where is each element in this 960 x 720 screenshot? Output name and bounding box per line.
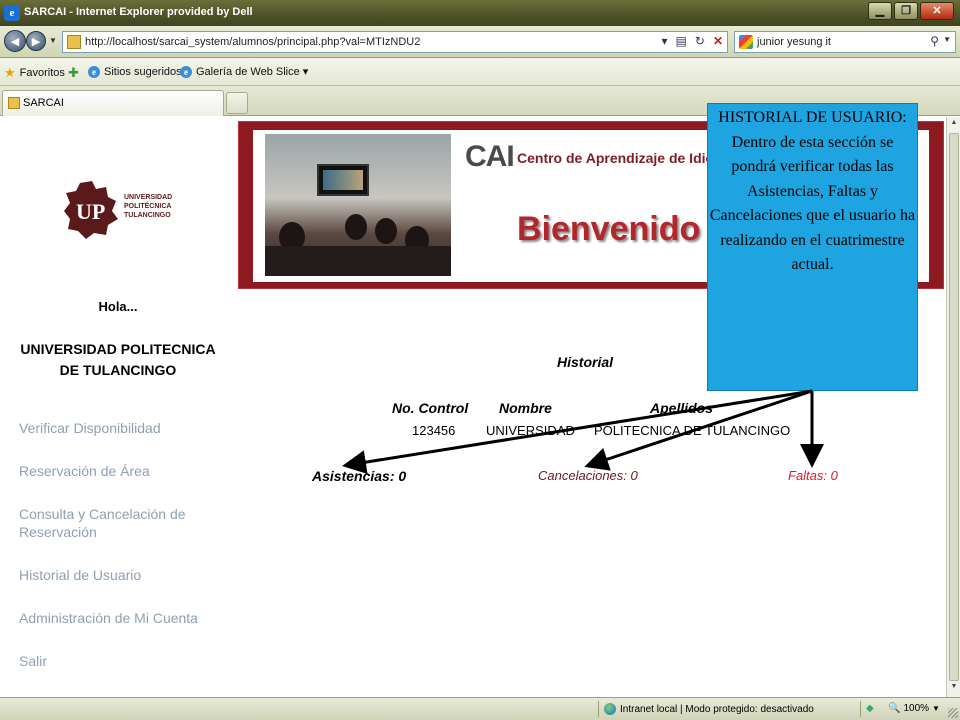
university-logo: UP UNIVERSIDAD POLITÉCNICA TULANCINGO [62, 175, 182, 245]
web-slice-gallery-link[interactable]: e Galería de Web Slice ▾ [180, 65, 308, 78]
zoom-icon: 🔍 [888, 703, 901, 714]
history-title: Historial [557, 354, 614, 370]
zoom-dropdown-icon[interactable]: ▼ [932, 704, 940, 713]
compatibility-view-icon[interactable]: ▤ [676, 34, 687, 48]
tab-favicon-icon [8, 97, 20, 109]
intranet-globe-icon [604, 703, 616, 715]
center-name: Centro de Aprendizaje de Idiom [517, 150, 727, 166]
address-bar[interactable]: http://localhost/sarcai_system/alumnos/p… [62, 31, 728, 53]
address-dropdown-icon[interactable]: ▾ [662, 34, 668, 48]
sidebar: UP UNIVERSIDAD POLITÉCNICA TULANCINGO Ho… [0, 117, 236, 697]
security-zone[interactable]: Intranet local | Modo protegido: desacti… [604, 703, 814, 715]
menu-historial-usuario[interactable]: Historial de Usuario [19, 566, 219, 584]
favorites-bar: ★ Favoritos ✚ e Sitios sugeridos ▾ e Gal… [0, 58, 960, 86]
suggested-sites-link[interactable]: e Sitios sugeridos ▾ [88, 65, 190, 78]
menu-salir[interactable]: Salir [19, 652, 219, 670]
university-logo-text: UNIVERSIDAD POLITÉCNICA TULANCINGO [124, 194, 173, 219]
user-name: UNIVERSIDAD POLITECNICA DE TULANCINGO [20, 341, 216, 378]
welcome-heading: Bienvenido [517, 210, 701, 248]
title-bar: e SARCAI - Internet Explorer provided by… [0, 0, 960, 26]
resize-grip-icon[interactable] [948, 708, 958, 718]
cai-logo: CAI [465, 140, 515, 173]
svg-text:UP: UP [76, 199, 105, 224]
tab-sarcai[interactable]: SARCAI [2, 90, 224, 116]
address-toolbar: ◀ ▶ ▼ http://localhost/sarcai_system/alu… [0, 26, 960, 58]
column-header-apellidos: Apellidos [650, 400, 714, 416]
window-title: SARCAI - Internet Explorer provided by D… [24, 6, 253, 18]
annotation-callout: HISTORIAL DE USUARIO: Dentro de esta sec… [707, 103, 918, 391]
security-zone-label: Intranet local | Modo protegido: desacti… [620, 703, 814, 715]
cancelaciones-count: Cancelaciones: 0 [538, 468, 638, 483]
add-favorite-button[interactable]: ✚ [68, 65, 79, 81]
search-dropdown-icon[interactable]: ▼ [943, 35, 951, 44]
asistencias-count: Asistencias: 0 [312, 468, 407, 484]
ie-site-icon: e [88, 65, 100, 78]
zoom-level: 100% [903, 703, 930, 714]
search-box[interactable]: junior yesung it ⚲ ▼ [734, 31, 956, 53]
faltas-count: Faltas: 0 [788, 468, 838, 483]
web-slice-gallery-label: Galería de Web Slice ▾ [196, 66, 309, 78]
refresh-icon[interactable]: ↻ [695, 34, 705, 48]
close-button[interactable]: ✕ [920, 2, 954, 20]
menu-administracion-cuenta[interactable]: Administración de Mi Cuenta [19, 609, 219, 627]
url-text[interactable]: http://localhost/sarcai_system/alumnos/p… [85, 36, 420, 48]
new-tab-button[interactable] [226, 92, 248, 114]
menu-consulta-cancelacion[interactable]: Consulta y Cancelación de Reservación [19, 505, 219, 541]
vertical-scrollbar[interactable]: ▲ ▼ [946, 117, 960, 697]
search-icon[interactable]: ⚲ [930, 34, 939, 48]
scroll-thumb[interactable] [949, 133, 959, 681]
minimize-button[interactable]: ▁ [868, 2, 892, 20]
cell-apellidos: POLITECNICA DE TULANCINGO [594, 423, 791, 438]
column-header-no-control: No. Control [392, 400, 469, 416]
ie-site-icon: e [180, 65, 192, 78]
tab-label: SARCAI [23, 97, 64, 109]
menu-reservacion-area[interactable]: Reservación de Área [19, 462, 219, 480]
classroom-photo [265, 134, 451, 276]
suggested-sites-label: Sitios sugeridos ▾ [104, 66, 191, 78]
column-header-nombre: Nombre [499, 400, 552, 416]
favorites-button[interactable]: ★ Favoritos [4, 65, 65, 81]
cell-no-control: 123456 [412, 423, 456, 438]
ie-icon: e [4, 5, 20, 21]
protected-mode-icon[interactable]: ◆ [866, 703, 874, 714]
greeting: Hola... [98, 299, 138, 314]
history-dropdown-icon[interactable]: ▼ [48, 35, 58, 47]
favorites-star-icon: ★ [4, 65, 16, 80]
upt-logo-icon: UP [64, 181, 118, 239]
menu-verificar-disponibilidad[interactable]: Verificar Disponibilidad [19, 419, 219, 437]
maximize-button[interactable]: ❐ [894, 2, 918, 20]
stop-icon[interactable]: ✕ [713, 34, 723, 48]
cell-nombre: UNIVERSIDAD [486, 423, 575, 438]
window-controls: ▁ ❐ ✕ [868, 2, 954, 22]
scroll-down-icon[interactable]: ▼ [949, 683, 959, 695]
forward-button[interactable]: ▶ [26, 31, 46, 51]
add-favorite-icon: ✚ [68, 65, 79, 80]
favorites-label: Favoritos [19, 67, 65, 79]
zoom-control[interactable]: 🔍 100% ▼ [888, 703, 940, 714]
status-bar: Intranet local | Modo protegido: desacti… [0, 697, 960, 720]
google-icon [739, 35, 753, 49]
search-input[interactable]: junior yesung it [757, 36, 831, 48]
back-button[interactable]: ◀ [4, 30, 26, 52]
scroll-up-icon[interactable]: ▲ [949, 119, 959, 131]
page-favicon-icon [67, 35, 81, 49]
